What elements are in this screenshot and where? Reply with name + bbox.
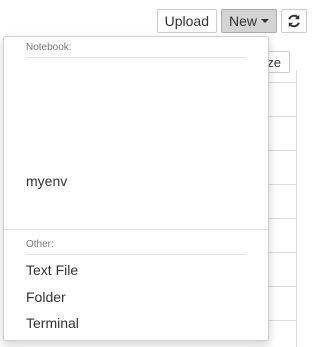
new-button[interactable]: New <box>220 9 277 33</box>
other-section-header: Other: <box>26 239 246 255</box>
new-dropdown-menu: Notebook: myenv Other: Text File Folder … <box>3 36 269 341</box>
menu-item-terminal[interactable]: Terminal <box>26 315 79 331</box>
refresh-icon <box>288 14 300 28</box>
menu-item-text-file[interactable]: Text File <box>26 262 78 278</box>
notebook-section-header: Notebook: <box>26 42 246 58</box>
refresh-button[interactable] <box>281 9 307 33</box>
menu-divider <box>4 229 268 230</box>
menu-item-kernel-myenv[interactable]: myenv <box>26 173 67 189</box>
menu-item-folder[interactable]: Folder <box>26 289 66 305</box>
upload-button[interactable]: Upload <box>156 9 217 33</box>
caret-down-icon <box>261 19 269 23</box>
new-button-label: New <box>228 13 257 29</box>
toolbar: Upload New <box>156 9 307 33</box>
